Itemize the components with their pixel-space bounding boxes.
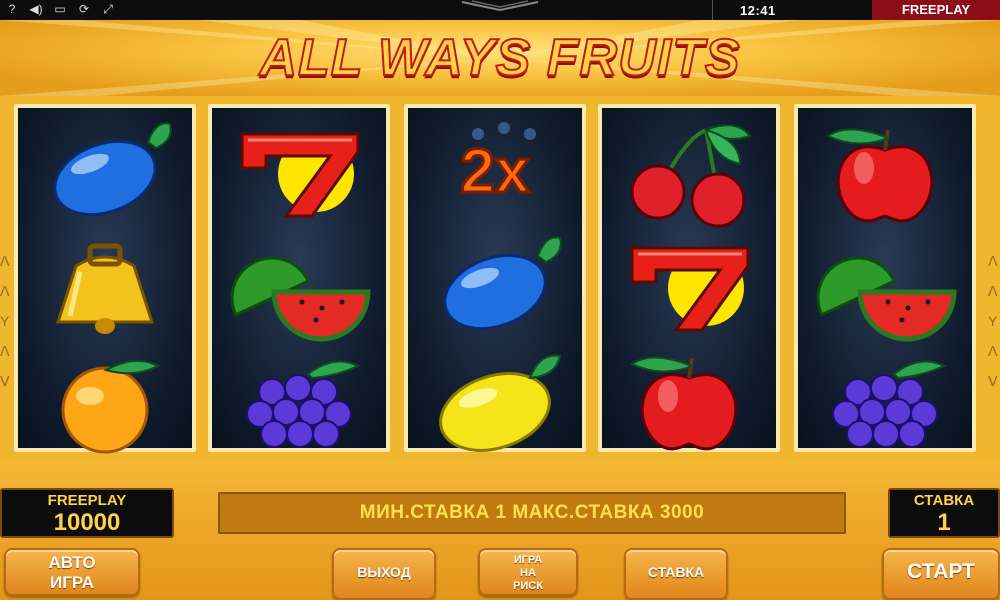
autoplay-label-line1: АВТО [48, 553, 96, 572]
left-marker-icon: ᐯ [0, 373, 10, 389]
bet-button[interactable]: СТАВКА [624, 548, 728, 600]
grapes-icon [798, 340, 972, 456]
reel-1 [14, 104, 196, 454]
exit-button[interactable]: ВЫХОД [332, 548, 436, 600]
watermelon-icon [798, 226, 972, 342]
credits-display: FREEPLAY 10000 [0, 488, 174, 538]
seven-icon [602, 226, 776, 342]
gamble-label-line3: РИСК [513, 580, 543, 592]
right-marker-icon: Y [988, 313, 998, 329]
reel-2 [208, 104, 390, 452]
refresh-icon[interactable]: ⟳ [76, 2, 92, 16]
plum-icon [408, 226, 582, 342]
left-marker-icon: Y [0, 313, 10, 329]
mode-badge: FREEPLAY [872, 0, 1000, 20]
right-marker-icon: ᐯ [988, 373, 998, 389]
right-marker-icon: ᐱ [988, 283, 998, 299]
help-icon[interactable]: ? [4, 2, 20, 16]
reels-area: ᐱ ᐱ Y ᐱ ᐯ ᐱ ᐱ Y ᐱ ᐯ 2x [0, 96, 1000, 462]
gamble-label-line1: ИГРА [513, 554, 543, 566]
reel-3: 2x [404, 104, 586, 452]
fullscreen-icon[interactable]: ⤢ [100, 2, 116, 16]
watermelon-icon [212, 226, 386, 342]
reel-5 [794, 104, 976, 452]
start-button[interactable]: СТАРТ [882, 548, 1000, 600]
orange-icon [18, 340, 192, 456]
right-marker-icon: ᐱ [988, 343, 998, 359]
reel-4 [598, 104, 780, 452]
autoplay-button[interactable]: АВТО ИГРА [4, 548, 140, 596]
2x-icon: 2x [408, 112, 582, 228]
bet-display: СТАВКА 1 [888, 488, 1000, 538]
status-divider [712, 0, 713, 20]
apple-icon [798, 112, 972, 228]
status-icons: ? ◀) ▭ ⟳ ⤢ [4, 2, 116, 16]
grapes-icon [212, 340, 386, 456]
menu-chevron-icon[interactable] [458, 0, 542, 12]
sound-icon[interactable]: ◀) [28, 2, 44, 16]
apple-icon [602, 340, 776, 456]
bell-icon [18, 226, 192, 342]
autoplay-label-line2: ИГРА [50, 573, 94, 592]
right-marker-icon: ᐱ [988, 253, 998, 269]
left-marker-icon: ᐱ [0, 343, 10, 359]
control-panel: FREEPLAY 10000 МИН.СТАВКА 1 МАКС.СТАВКА … [0, 462, 1000, 600]
seven-icon [212, 112, 386, 228]
clock: 12:41 [740, 3, 776, 18]
status-bar: ? ◀) ▭ ⟳ ⤢ 12:41 FREEPLAY [0, 0, 1000, 20]
credits-label: FREEPLAY [47, 492, 127, 509]
lemon-icon [408, 340, 582, 456]
plum-icon [18, 112, 192, 228]
svg-text:2x: 2x [461, 137, 530, 206]
left-marker-icon: ᐱ [0, 253, 10, 269]
gamble-label-line2: НА [520, 567, 536, 579]
gamble-button[interactable]: ИГРА НА РИСК [478, 548, 578, 596]
game-title: ALL WAYS FRUITS [258, 28, 741, 88]
cherries-icon [602, 112, 776, 228]
bet-value: 1 [937, 509, 951, 536]
left-marker-icon: ᐱ [0, 283, 10, 299]
credits-value: 10000 [53, 509, 121, 536]
title-banner: ALL WAYS FRUITS [0, 20, 1000, 96]
bet-label: СТАВКА [913, 492, 975, 509]
window-icon[interactable]: ▭ [52, 2, 68, 16]
bet-limits-info: МИН.СТАВКА 1 МАКС.СТАВКА 3000 [218, 492, 846, 534]
